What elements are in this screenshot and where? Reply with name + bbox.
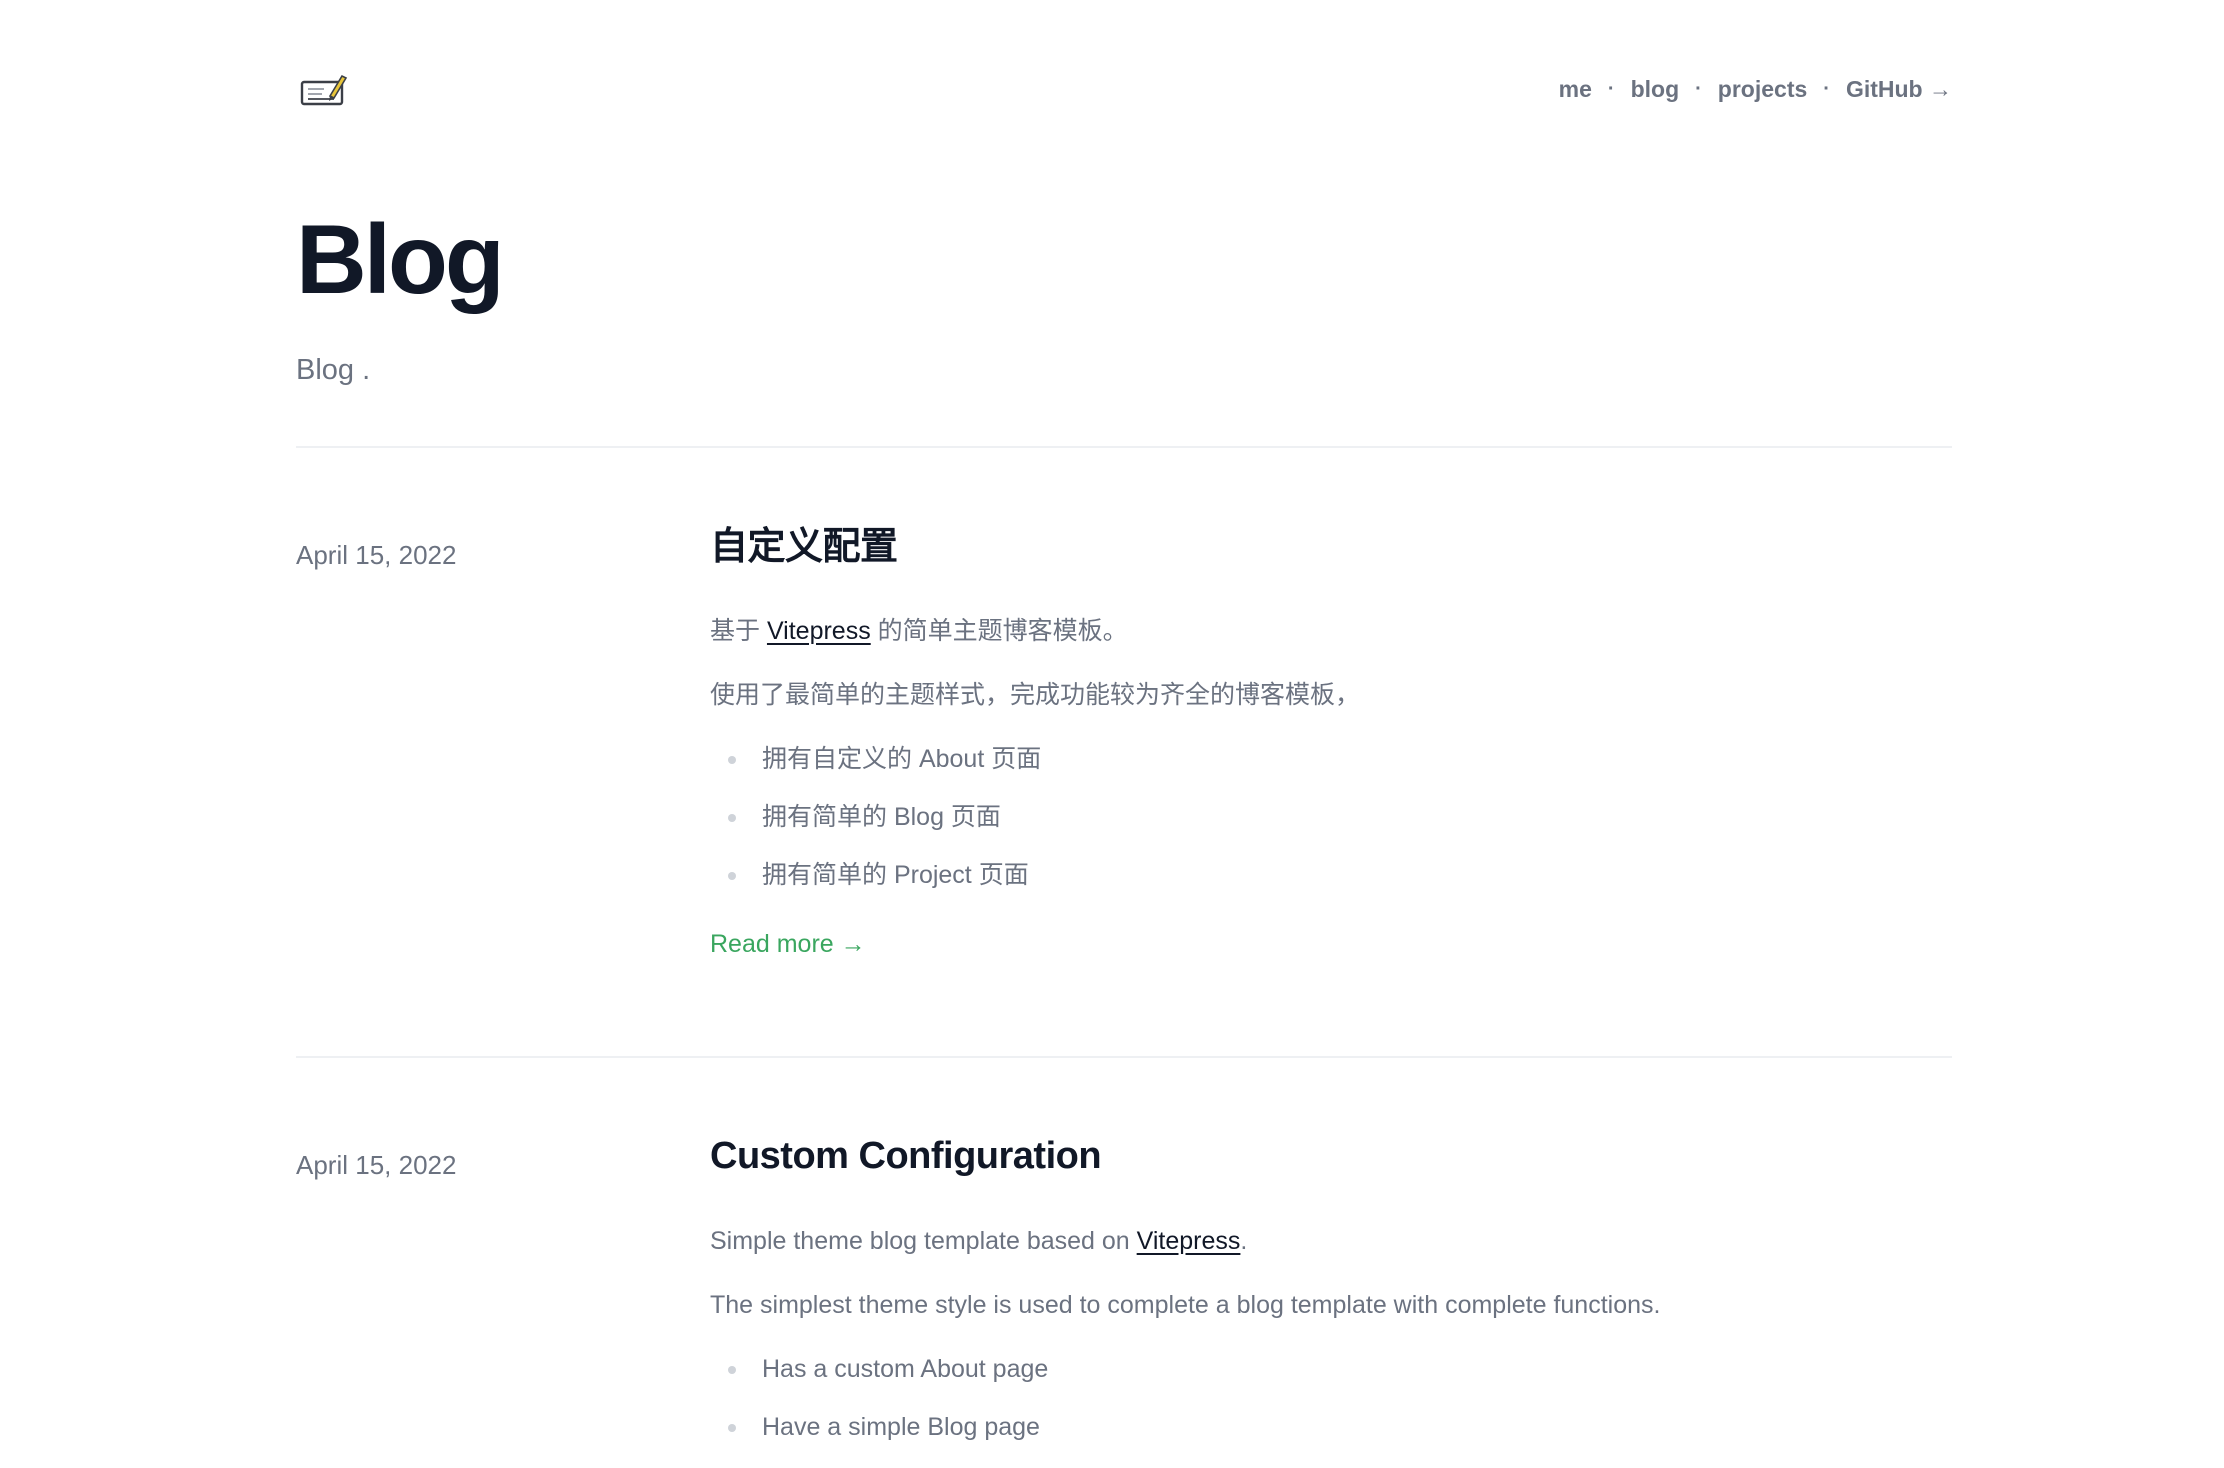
- list-item: Have a simple Blog page: [710, 1410, 1952, 1444]
- feature-list: Has a custom About page Have a simple Bl…: [710, 1352, 1952, 1444]
- post-intro-text: Simple theme blog template based on: [710, 1226, 1137, 1255]
- page-subtitle: Blog .: [296, 354, 371, 386]
- list-item: Has a custom About page: [710, 1352, 1952, 1386]
- nav-separator: ·: [1695, 78, 1702, 100]
- post-description: The simplest theme style is used to comp…: [710, 1290, 1661, 1319]
- feature-list: 拥有自定义的 About 页面 拥有简单的 Blog 页面 拥有简单的 Proj…: [710, 742, 1952, 892]
- post-intro: Simple theme blog template based on Vite…: [710, 1224, 1952, 1258]
- post-title[interactable]: Custom Configuration: [710, 1134, 1952, 1180]
- vitepress-link[interactable]: Vitepress: [767, 617, 871, 645]
- list-item-text: Have a simple Blog page: [762, 1412, 1040, 1441]
- nav-item-github[interactable]: GitHub →: [1846, 76, 1952, 103]
- logo-link[interactable]: [300, 72, 348, 108]
- post-intro-text: 的简单主题博客模板。: [870, 616, 1128, 645]
- list-item: 拥有简单的 Project 页面: [710, 858, 1952, 892]
- bullet-icon: [728, 871, 736, 880]
- divider: [296, 1056, 1952, 1058]
- read-more-link[interactable]: Read more →: [710, 930, 866, 959]
- nav-item-me[interactable]: me: [1559, 76, 1592, 103]
- post-title[interactable]: 自定义配置: [710, 524, 1952, 570]
- post-intro-text: 基于: [710, 616, 767, 645]
- list-item: 拥有自定义的 About 页面: [710, 742, 1952, 776]
- blog-page: me · blog · projects · GitHub → Blog Blo…: [0, 0, 2224, 1446]
- post-intro: 基于 Vitepress 的简单主题博客模板。: [710, 614, 1952, 648]
- site-header: me · blog · projects · GitHub →: [296, 0, 1952, 180]
- post-date: April 15, 2022: [296, 540, 457, 570]
- bullet-icon: [728, 1423, 736, 1432]
- post-body: Custom Configuration Simple theme blog t…: [710, 1134, 1952, 1468]
- nav-separator: ·: [1607, 78, 1615, 100]
- bullet-icon: [728, 1365, 736, 1374]
- main-nav: me · blog · projects · GitHub →: [1559, 76, 1952, 103]
- post-date: April 15, 2022: [296, 1150, 457, 1180]
- bullet-icon: [728, 755, 736, 764]
- post-body: 自定义配置 基于 Vitepress 的简单主题博客模板。 使用了最简单的主题样…: [710, 524, 1952, 959]
- post-intro-text: .: [1240, 1226, 1248, 1255]
- page-title: Blog: [296, 204, 505, 314]
- list-item-text: 拥有自定义的 About 页面: [762, 744, 1042, 773]
- nav-item-blog[interactable]: blog: [1631, 76, 1680, 103]
- list-item-text: 拥有简单的 Project 页面: [762, 860, 1029, 889]
- list-item: 拥有简单的 Blog 页面: [710, 800, 1952, 834]
- bullet-icon: [728, 813, 736, 822]
- nav-separator: ·: [1823, 78, 1830, 100]
- vitepress-link[interactable]: Vitepress: [1137, 1227, 1241, 1255]
- content-container: me · blog · projects · GitHub → Blog Blo…: [296, 0, 1952, 1441]
- nav-item-projects[interactable]: projects: [1718, 76, 1807, 103]
- list-item-text: Has a custom About page: [762, 1354, 1049, 1383]
- post-description: 使用了最简单的主题样式，完成功能较为齐全的博客模板，: [710, 680, 1361, 709]
- pen-on-paper-icon: [300, 74, 348, 106]
- divider: [296, 446, 1952, 448]
- list-item-text: 拥有简单的 Blog 页面: [762, 802, 1001, 831]
